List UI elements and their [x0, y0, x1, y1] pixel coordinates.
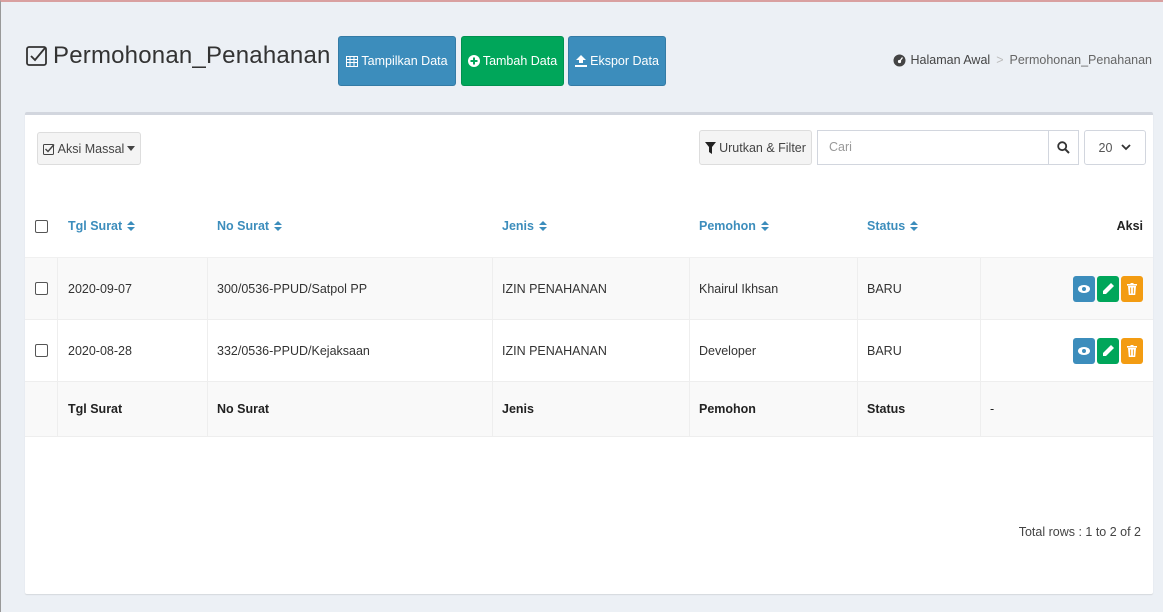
select-all-checkbox[interactable]	[35, 219, 48, 233]
trash-icon	[1127, 344, 1137, 357]
column-header-pemohon[interactable]: Pemohon	[699, 195, 769, 257]
cell-tgl-surat: 2020-08-28	[68, 343, 132, 358]
edit-button[interactable]	[1097, 337, 1119, 364]
urutkan-filter-label: Urutkan & Filter	[719, 140, 806, 155]
select-all-checkbox-cell	[35, 195, 48, 257]
row-checkbox-cell	[35, 258, 48, 319]
search-button[interactable]	[1049, 130, 1079, 165]
column-label: Status	[867, 219, 906, 233]
cell-pemohon: Developer	[699, 343, 756, 358]
sort-icon	[127, 221, 136, 231]
total-rows: Total rows : 1 to 2 of 2	[1018, 525, 1141, 539]
breadcrumb-separator: >	[996, 53, 1004, 67]
cell-pemohon: Khairul Ikhsan	[699, 281, 779, 296]
search-icon	[1057, 141, 1070, 154]
column-header-status[interactable]: Status	[867, 195, 919, 257]
chevron-down-icon	[1121, 144, 1132, 151]
data-box: Aksi Massal Urutkan & Filter Cari 20 Tgl…	[25, 112, 1153, 594]
sort-icon	[910, 221, 919, 231]
footer-jenis: Jenis	[502, 402, 534, 416]
tambah-data-label: Tambah Data	[482, 54, 558, 68]
urutkan-filter-button[interactable]: Urutkan & Filter	[699, 130, 812, 165]
cell-no-surat: 300/0536-PPUD/Satpol PP	[217, 281, 368, 296]
table-icon	[346, 55, 359, 67]
tampilkan-data-button[interactable]: Tampilkan Data	[338, 36, 456, 86]
aksi-massal-label: Aksi Massal	[57, 141, 125, 156]
footer-tgl-surat: Tgl Surat	[68, 402, 123, 416]
footer-pemohon: Pemohon	[699, 402, 756, 416]
search-input[interactable]: Cari	[817, 130, 1049, 165]
column-header-jenis[interactable]: Jenis	[502, 195, 547, 257]
plus-circle-icon	[467, 55, 480, 67]
row-actions	[1073, 320, 1143, 381]
footer-status: Status	[867, 402, 906, 416]
column-label: Tgl Surat	[68, 219, 123, 233]
check-square-icon	[42, 143, 55, 155]
trash-icon	[1127, 282, 1137, 295]
edit-button[interactable]	[1097, 275, 1119, 302]
per-page-select[interactable]: 20	[1084, 130, 1146, 165]
view-button[interactable]	[1073, 337, 1095, 364]
column-label: Pemohon	[699, 219, 756, 233]
ekspor-data-button[interactable]: Ekspor Data	[568, 36, 666, 86]
dashboard-icon	[893, 54, 906, 67]
checkbox-square-icon	[25, 44, 49, 68]
cell-status: BARU	[867, 281, 902, 296]
pencil-icon	[1102, 283, 1114, 294]
breadcrumb: Halaman Awal > Permohonan_Penahanan	[893, 53, 1152, 67]
sort-icon	[274, 221, 283, 231]
filter-icon	[705, 141, 717, 154]
cell-jenis: IZIN PENAHANAN	[502, 281, 607, 296]
page-header: Permohonan_Penahanan Tampilkan Data Tamb…	[1, 2, 1163, 112]
eye-icon	[1078, 284, 1090, 293]
column-label: Jenis	[502, 219, 534, 233]
cell-status: BARU	[867, 343, 902, 358]
footer-no-surat: No Surat	[217, 402, 270, 416]
row-checkbox[interactable]	[35, 344, 48, 357]
breadcrumb-home[interactable]: Halaman Awal	[911, 53, 991, 67]
table-row: 2020-09-07 300/0536-PPUD/Satpol PP IZIN …	[25, 258, 1153, 320]
row-checkbox-cell	[35, 320, 48, 381]
column-header-no-surat[interactable]: No Surat	[217, 195, 283, 257]
delete-button[interactable]	[1121, 275, 1143, 302]
footer-aksi: -	[990, 402, 995, 416]
page-title-text: Permohonan_Penahanan	[53, 42, 331, 69]
cell-no-surat: 332/0536-PPUD/Kejaksaan	[217, 343, 370, 358]
column-label: No Surat	[217, 219, 270, 233]
sort-icon	[760, 221, 769, 231]
caret-down-icon	[127, 145, 136, 152]
row-checkbox[interactable]	[35, 282, 48, 295]
breadcrumb-current: Permohonan_Penahanan	[1009, 53, 1152, 67]
ekspor-data-label: Ekspor Data	[590, 54, 659, 68]
table-footer: Tgl Surat No Surat Jenis Pemohon Status …	[25, 382, 1153, 437]
aksi-massal-button[interactable]: Aksi Massal	[37, 132, 141, 165]
tampilkan-data-label: Tampilkan Data	[361, 54, 448, 68]
upload-icon	[575, 55, 588, 67]
view-button[interactable]	[1073, 275, 1095, 302]
per-page-value: 20	[1098, 140, 1113, 155]
page-title: Permohonan_Penahanan	[25, 42, 331, 70]
cell-tgl-surat: 2020-09-07	[68, 281, 132, 296]
tambah-data-button[interactable]: Tambah Data	[461, 36, 564, 86]
eye-icon	[1078, 346, 1090, 355]
delete-button[interactable]	[1121, 337, 1143, 364]
cell-jenis: IZIN PENAHANAN	[502, 343, 607, 358]
table-header: Tgl Surat No Surat Jenis Pemohon Status …	[25, 195, 1153, 258]
sort-icon	[538, 221, 547, 231]
row-actions	[1073, 258, 1143, 319]
column-header-tgl-surat[interactable]: Tgl Surat	[68, 195, 136, 257]
table-row: 2020-08-28 332/0536-PPUD/Kejaksaan IZIN …	[25, 320, 1153, 382]
column-header-aksi: Aksi	[1116, 219, 1143, 233]
pencil-icon	[1102, 345, 1114, 356]
